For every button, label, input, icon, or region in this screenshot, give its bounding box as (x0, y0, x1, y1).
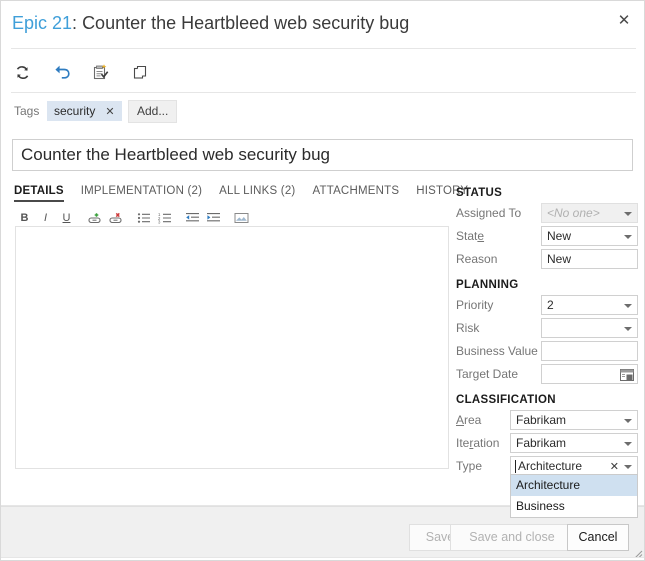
field-priority: Priority 2 (456, 295, 638, 316)
priority-dropdown[interactable]: 2 (541, 295, 638, 315)
type-combobox[interactable]: Architecture ✕ (510, 456, 638, 476)
field-reason: Reason New (456, 249, 638, 270)
tag-remove-icon[interactable]: ✕ (105, 106, 114, 118)
field-assigned-to: Assigned To <No one> (456, 203, 638, 224)
tab-details[interactable]: DETAILS (14, 185, 64, 202)
field-state: State New (456, 226, 638, 247)
work-item-id-link[interactable]: Epic 21 (12, 13, 72, 33)
underline-icon[interactable]: U (57, 209, 76, 227)
svg-text:3: 3 (158, 220, 161, 225)
divider-below-toolbar (11, 92, 636, 93)
type-option-architecture[interactable]: Architecture (511, 475, 637, 496)
close-icon[interactable]: ✕ (613, 10, 635, 32)
field-label-reason: Reason (456, 252, 498, 266)
tab-implementation[interactable]: IMPLEMENTATION (2) (81, 185, 202, 200)
field-label-area: Area (456, 413, 482, 427)
italic-icon[interactable]: I (36, 209, 55, 227)
field-area: Area Fabrikam (456, 410, 638, 431)
area-value: Fabrikam (516, 413, 567, 427)
state-dropdown[interactable]: New (541, 226, 638, 246)
chevron-down-icon (624, 419, 632, 423)
chevron-down-icon (624, 327, 632, 331)
chevron-down-icon (624, 235, 632, 239)
tags-label: Tags (14, 104, 40, 118)
planning-group-header: PLANNING (456, 279, 519, 291)
field-label-risk: Risk (456, 321, 480, 335)
field-label-state: State (456, 229, 485, 243)
save-and-close-button[interactable]: Save and close (450, 524, 574, 551)
undo-icon[interactable] (47, 58, 77, 86)
insert-image-icon[interactable] (232, 209, 251, 227)
work-item-dialog: Epic 21: Counter the Heartbleed web secu… (0, 0, 645, 561)
classification-group-header: CLASSIFICATION (456, 394, 556, 406)
outdent-icon[interactable] (183, 209, 202, 227)
reason-input[interactable]: New (541, 249, 638, 269)
field-label-business-value: Business Value (456, 344, 538, 358)
dialog-titlebar: Epic 21: Counter the Heartbleed web secu… (1, 1, 644, 49)
remove-link-icon[interactable] (106, 209, 125, 227)
work-item-title-input[interactable]: Counter the Heartbleed web security bug (12, 139, 633, 171)
priority-value: 2 (547, 298, 554, 312)
window-bottom-edge (1, 557, 644, 560)
tab-all-links[interactable]: ALL LINKS (2) (219, 185, 295, 200)
fields-panel: STATUS Assigned To <No one> State New Re… (456, 184, 638, 479)
numbered-list-icon[interactable]: 1 2 3 (155, 209, 174, 227)
assigned-to-placeholder: <No one> (547, 206, 600, 220)
calendar-icon[interactable] (620, 368, 634, 382)
cancel-button[interactable]: Cancel (567, 524, 629, 551)
text-cursor (515, 460, 516, 473)
field-label-priority: Priority (456, 298, 494, 312)
iteration-dropdown[interactable]: Fabrikam (510, 433, 638, 453)
field-risk: Risk (456, 318, 638, 339)
tag-chip-security[interactable]: security ✕ (47, 101, 122, 121)
description-format-toolbar: B I U 1 2 3 (15, 209, 449, 227)
chevron-down-icon (624, 304, 632, 308)
tags-row: Tags security ✕ Add... (1, 99, 644, 127)
copy-icon[interactable] (125, 58, 155, 86)
page-title-separator: : (72, 13, 83, 33)
field-iteration: Iteration Fabrikam (456, 433, 638, 454)
field-label-target-date: Target Date (456, 367, 519, 381)
risk-dropdown[interactable] (541, 318, 638, 338)
field-label-type: Type (456, 459, 483, 473)
new-linked-work-item-icon[interactable] (85, 58, 115, 86)
bullet-list-icon[interactable] (134, 209, 153, 227)
field-label-assigned-to: Assigned To (456, 206, 522, 220)
tab-attachments[interactable]: ATTACHMENTS (312, 185, 399, 200)
field-label-iteration: Iteration (456, 436, 500, 450)
chevron-down-icon[interactable] (624, 465, 632, 469)
status-group-header: STATUS (456, 187, 503, 199)
indent-icon[interactable] (204, 209, 223, 227)
add-tag-button[interactable]: Add... (128, 100, 178, 123)
area-dropdown[interactable]: Fabrikam (510, 410, 638, 430)
refresh-icon[interactable] (7, 58, 37, 86)
iteration-value: Fabrikam (516, 436, 567, 450)
type-dropdown-list: Architecture Business (510, 474, 638, 518)
assigned-to-dropdown[interactable]: <No one> (541, 203, 638, 223)
tab-bar: DETAILS IMPLEMENTATION (2) ALL LINKS (2)… (14, 185, 485, 205)
target-date-input[interactable] (541, 364, 638, 384)
page-title-text: Counter the Heartbleed web security bug (82, 13, 410, 33)
insert-link-icon[interactable] (85, 209, 104, 227)
tag-chip-label: security (54, 104, 96, 118)
chevron-down-icon (624, 442, 632, 446)
bold-icon[interactable]: B (15, 209, 34, 227)
field-target-date: Target Date (456, 364, 638, 385)
page-title: Epic 21: Counter the Heartbleed web secu… (12, 13, 409, 34)
divider-below-title (11, 48, 636, 49)
field-business-value: Business Value (456, 341, 638, 362)
state-value: New (547, 229, 572, 243)
clear-icon[interactable]: ✕ (610, 459, 619, 475)
business-value-input[interactable] (541, 341, 638, 361)
chevron-down-icon (624, 212, 632, 216)
dialog-toolbar (1, 53, 644, 91)
type-value: Architecture (518, 459, 583, 473)
description-editor[interactable] (15, 226, 449, 469)
type-option-business[interactable]: Business (511, 496, 637, 517)
